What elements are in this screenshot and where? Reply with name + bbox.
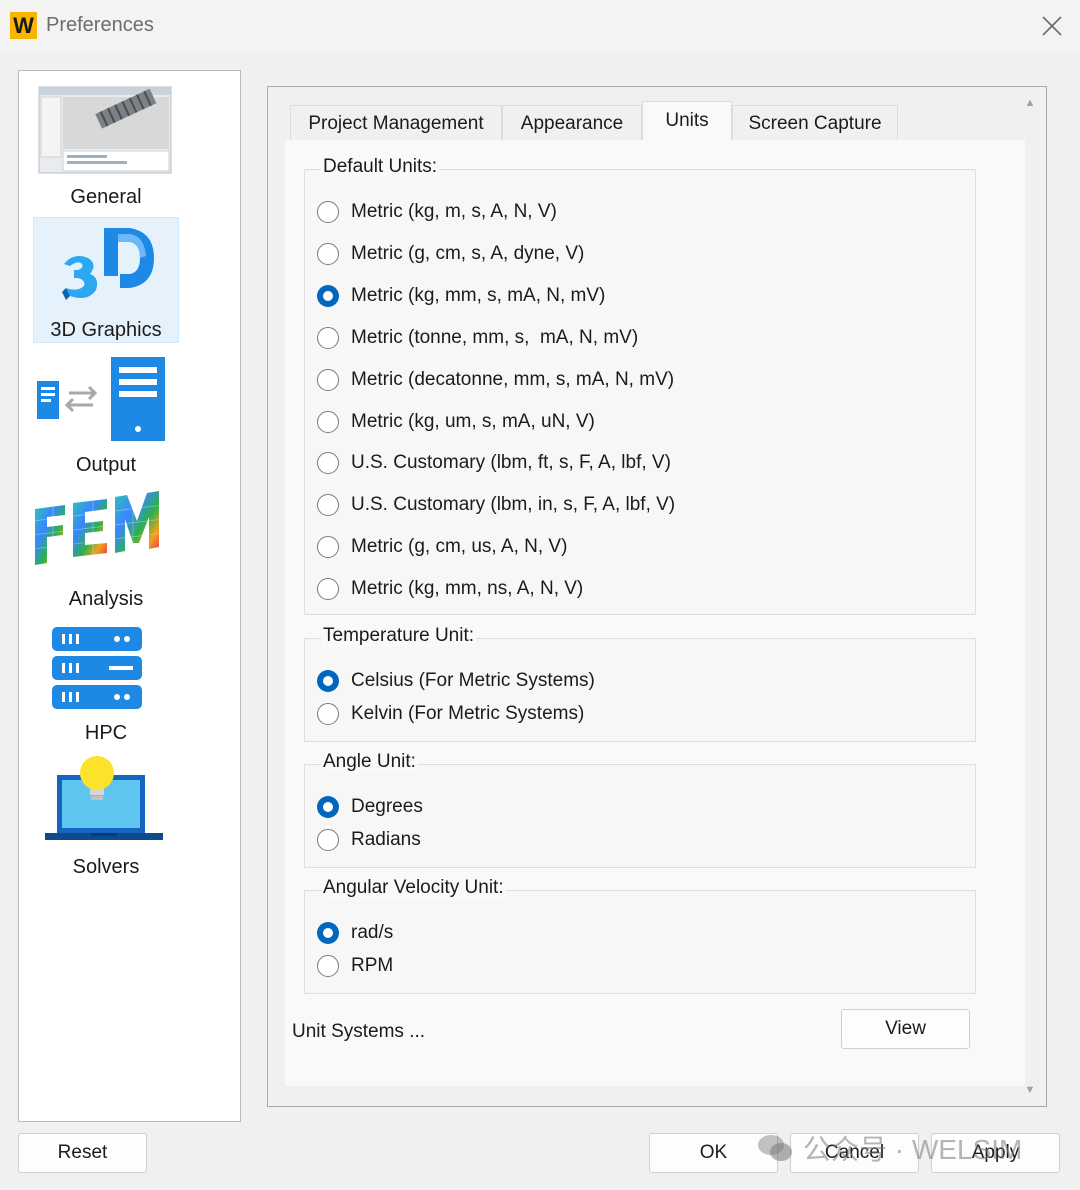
apply-button[interactable]: Apply xyxy=(931,1133,1060,1173)
radio-label: Metric (g, cm, s, A, dyne, V) xyxy=(351,242,585,264)
radio-unchecked-icon[interactable] xyxy=(317,410,339,433)
hpc-server-icon xyxy=(33,619,179,715)
sidebar-item-output[interactable]: Output xyxy=(33,351,179,477)
radio-label: Celsius (For Metric Systems) xyxy=(351,670,595,691)
sidebar-item-analysis[interactable]: Analysis xyxy=(32,485,179,611)
radio-label: Kelvin (For Metric Systems) xyxy=(351,703,585,724)
radio-option[interactable]: Kelvin (For Metric Systems) xyxy=(317,700,584,728)
default-units-group: Default Units: Metric (kg, m, s, A, N, V… xyxy=(304,156,976,615)
radio-option[interactable]: Metric (kg, m, s, A, N, V) xyxy=(317,198,557,226)
radio-unchecked-icon[interactable] xyxy=(317,829,339,851)
radio-option[interactable]: Metric (decatonne, mm, s, mA, N, mV) xyxy=(317,366,674,394)
radio-unchecked-icon[interactable] xyxy=(317,452,339,475)
group-title: Default Units: xyxy=(321,156,440,178)
radio-option[interactable]: Celsius (For Metric Systems) xyxy=(317,667,595,695)
radio-label: RPM xyxy=(351,955,394,976)
output-icon xyxy=(33,351,179,447)
group-title: Temperature Unit: xyxy=(321,625,477,647)
radio-option[interactable]: Metric (g, cm, us, A, N, V) xyxy=(317,533,567,561)
sidebar-item-label: Output xyxy=(75,454,137,476)
tab-project-management[interactable]: Project Management xyxy=(290,105,502,141)
sidebar-item-label: HPC xyxy=(84,722,128,744)
radio-label: Metric (kg, m, s, A, N, V) xyxy=(351,201,557,222)
radio-unchecked-icon[interactable] xyxy=(317,326,339,349)
tab-appearance[interactable]: Appearance xyxy=(502,105,642,141)
radio-label: Metric (kg, mm, s, mA, N, mV) xyxy=(351,284,606,306)
radio-label: Metric (tonne, mm, s, mA, N, mV) xyxy=(351,326,639,348)
radio-option[interactable]: Metric (tonne, mm, s, mA, N, mV) xyxy=(317,324,638,352)
radio-label: rad/s xyxy=(351,922,394,943)
fem-analysis-icon xyxy=(32,485,179,581)
radio-option[interactable]: Metric (kg, mm, ns, A, N, V) xyxy=(317,575,583,603)
scroll-up-arrow-icon[interactable]: ▲ xyxy=(1024,97,1036,109)
solvers-laptop-bulb-icon xyxy=(33,753,179,849)
sidebar-item-label: 3D Graphics xyxy=(50,319,162,341)
radio-option[interactable]: Metric (kg, um, s, mA, uN, V) xyxy=(317,408,595,436)
category-sidebar: General 3D Graphics Output Analysis HPC … xyxy=(18,70,241,1122)
radio-option[interactable]: Radians xyxy=(317,826,421,854)
radio-option[interactable]: U.S. Customary (lbm, in, s, F, A, lbf, V… xyxy=(317,491,675,519)
units-tab-panel: Default Units: Metric (kg, m, s, A, N, V… xyxy=(285,140,1025,1086)
radio-unchecked-icon[interactable] xyxy=(317,703,339,725)
radio-checked-icon[interactable] xyxy=(317,796,339,818)
close-button[interactable] xyxy=(1034,8,1070,44)
sidebar-item-general[interactable]: General xyxy=(33,83,179,209)
angle-unit-group: Angle Unit: Degrees Radians xyxy=(304,751,976,868)
radio-label: Degrees xyxy=(351,796,423,817)
sidebar-item-label: General xyxy=(70,186,142,208)
unit-systems-label: Unit Systems ... xyxy=(292,1021,426,1042)
sidebar-item-label: Analysis xyxy=(68,588,144,610)
title-bar: W Preferences xyxy=(0,0,1080,54)
radio-unchecked-icon[interactable] xyxy=(317,536,339,559)
close-icon xyxy=(1042,16,1062,36)
radio-label: U.S. Customary (lbm, in, s, F, A, lbf, V… xyxy=(351,494,676,516)
radio-unchecked-icon[interactable] xyxy=(317,955,339,977)
radio-option[interactable]: U.S. Customary (lbm, ft, s, F, A, lbf, V… xyxy=(317,449,671,477)
radio-label: Metric (kg, mm, ns, A, N, V) xyxy=(351,578,584,600)
radio-option[interactable]: Metric (g, cm, s, A, dyne, V) xyxy=(317,240,584,268)
radio-label: Radians xyxy=(351,829,421,850)
radio-label: Metric (decatonne, mm, s, mA, N, mV) xyxy=(351,368,675,390)
radio-unchecked-icon[interactable] xyxy=(317,578,339,601)
radio-checked-icon[interactable] xyxy=(317,670,339,692)
group-title: Angular Velocity Unit: xyxy=(321,877,506,899)
temperature-unit-group: Temperature Unit: Celsius (For Metric Sy… xyxy=(304,625,976,742)
app-logo-icon: W xyxy=(10,12,37,39)
radio-checked-icon[interactable] xyxy=(317,284,339,307)
tab-screen-capture[interactable]: Screen Capture xyxy=(732,105,898,141)
radio-label: U.S. Customary (lbm, ft, s, F, A, lbf, V… xyxy=(351,452,671,474)
radio-option[interactable]: Degrees xyxy=(317,793,423,821)
sidebar-item-hpc[interactable]: HPC xyxy=(33,619,179,745)
cancel-button[interactable]: Cancel xyxy=(790,1133,919,1173)
radio-unchecked-icon[interactable] xyxy=(317,242,339,265)
general-screenshot-icon xyxy=(33,83,179,179)
view-unit-systems-button[interactable]: View xyxy=(841,1009,970,1049)
reset-button[interactable]: Reset xyxy=(18,1133,147,1173)
sidebar-item-solvers[interactable]: Solvers xyxy=(33,753,179,879)
radio-option[interactable]: rad/s xyxy=(317,919,393,947)
radio-label: Metric (g, cm, us, A, N, V) xyxy=(351,536,568,558)
group-title: Angle Unit: xyxy=(321,751,418,773)
preferences-content-panel: ▲ ▼ Project Management Appearance Units … xyxy=(267,86,1047,1107)
window-title: Preferences xyxy=(46,14,154,36)
scroll-down-arrow-icon[interactable]: ▼ xyxy=(1024,1084,1036,1096)
ok-button[interactable]: OK xyxy=(649,1133,778,1173)
angular-velocity-unit-group: Angular Velocity Unit: rad/s RPM xyxy=(304,877,976,994)
radio-checked-icon[interactable] xyxy=(317,922,339,944)
radio-unchecked-icon[interactable] xyxy=(317,494,339,517)
tab-units[interactable]: Units xyxy=(642,101,732,141)
radio-unchecked-icon[interactable] xyxy=(317,201,339,223)
3d-graphics-icon xyxy=(34,218,178,314)
radio-unchecked-icon[interactable] xyxy=(317,368,339,391)
sidebar-item-label: Solvers xyxy=(72,856,140,878)
sidebar-item-3d-graphics[interactable]: 3D Graphics xyxy=(33,217,179,343)
radio-option[interactable]: Metric (kg, mm, s, mA, N, mV) xyxy=(317,282,605,310)
radio-label: Metric (kg, um, s, mA, uN, V) xyxy=(351,410,595,432)
radio-option[interactable]: RPM xyxy=(317,952,393,980)
